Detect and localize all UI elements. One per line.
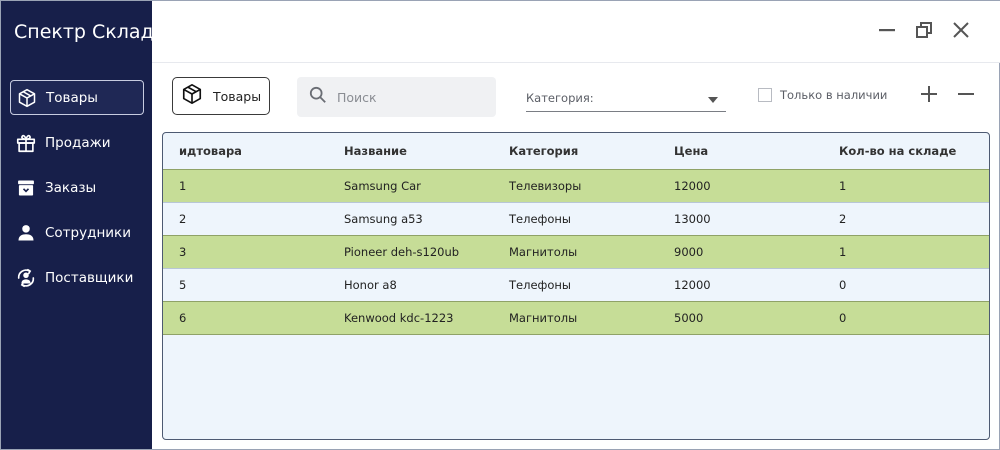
archive-icon [15,177,37,199]
cell-id: 2 [179,212,187,226]
close-button[interactable] [950,21,972,43]
cell-name: Samsung Car [344,179,421,193]
restore-button[interactable] [913,21,935,43]
search-box [297,77,496,117]
cell-price: 12000 [674,179,711,193]
cell-name: Kenwood kdc-1223 [344,311,454,325]
cell-id: 3 [179,245,187,259]
cell-category: Магнитолы [509,311,578,325]
search-icon [309,86,327,108]
sidebar-item-tovary[interactable]: Товары [10,80,144,115]
cell-name: Honor a8 [344,278,397,292]
table-row[interactable]: 3 Pioneer deh-s120ub Магнитолы 9000 1 [163,235,989,268]
cell-name: Pioneer deh-s120ub [344,245,460,259]
cell-id: 1 [179,179,187,193]
table-row-divider [163,334,989,335]
sidebar-item-zakazy[interactable]: Заказы [10,170,144,205]
sidebar-item-sotrudniki[interactable]: Сотрудники [10,215,144,250]
chevron-down-icon [708,88,718,107]
cell-category: Магнитолы [509,245,578,259]
checkbox-box[interactable] [758,88,772,102]
cell-category: Телевизоры [509,179,582,193]
sidebar-item-prodazhi[interactable]: Продажи [10,125,144,160]
cell-name: Samsung a53 [344,212,423,226]
column-header-stock[interactable]: Кол-во на складе [823,144,989,158]
table-row[interactable]: 2 Samsung a53 Телефоны 13000 2 [163,202,989,235]
cell-stock: 0 [839,311,847,325]
column-header-name[interactable]: Название [328,144,493,158]
sidebar-item-label: Сотрудники [45,224,131,241]
column-header-category[interactable]: Категория [493,144,658,158]
cell-stock: 2 [839,212,847,226]
category-label: Категория: [526,90,594,105]
add-button[interactable] [918,85,940,107]
column-header-id[interactable]: идтовара [163,144,328,158]
box-icon [181,83,203,109]
sidebar-nav: Товары Продажи Заказы Сотрудники Поставщ… [10,80,144,305]
person-icon [15,222,37,244]
sidebar-item-label: Заказы [45,179,97,196]
restore-icon [915,21,933,43]
minimize-button[interactable] [876,21,898,43]
cell-category: Телефоны [509,212,571,226]
sidebar-item-label: Продажи [45,134,111,151]
title-bar [152,1,1000,63]
cell-price: 13000 [674,212,711,226]
cell-stock: 1 [839,179,847,193]
cell-id: 6 [179,311,187,325]
sidebar: Спектр Склад Товары Продажи Заказы Сотру… [1,1,154,449]
cell-price: 5000 [674,311,704,325]
cell-price: 9000 [674,245,704,259]
sidebar-item-postavshchiki[interactable]: Поставщики [10,260,144,295]
cell-price: 12000 [674,278,711,292]
in-stock-label: Только в наличии [780,88,888,102]
gift-icon [15,132,37,154]
column-header-price[interactable]: Цена [658,144,823,158]
app-title: Спектр Склад [14,21,154,43]
cell-stock: 0 [839,278,847,292]
category-select[interactable]: Категория: [526,84,726,112]
tab-tovary[interactable]: Товары [172,77,270,115]
tab-label: Товары [213,88,262,104]
cell-category: Телефоны [509,278,571,292]
toolbar: Товары Категория: Только в наличии [152,62,1000,132]
remove-button[interactable] [955,85,977,107]
products-table: идтовара Название Категория Цена Кол-во … [162,132,990,440]
table-header: идтовара Название Категория Цена Кол-во … [163,133,989,169]
close-icon [952,21,970,43]
sidebar-item-label: Поставщики [45,269,134,286]
cell-stock: 1 [839,245,847,259]
cell-id: 5 [179,278,187,292]
plus-icon [920,85,938,107]
table-row[interactable]: 6 Kenwood kdc-1223 Магнитолы 5000 0 [163,301,989,334]
app-window: Спектр Склад Товары Продажи Заказы Сотру… [0,0,1000,450]
table-row[interactable]: 5 Honor a8 Телефоны 12000 0 [163,268,989,301]
table-row[interactable]: 1 Samsung Car Телевизоры 12000 1 [163,169,989,202]
search-input[interactable] [335,88,479,106]
in-stock-checkbox[interactable]: Только в наличии [758,88,887,102]
minus-icon [957,85,975,107]
supplier-icon [15,267,37,289]
box-icon [16,87,38,109]
sidebar-item-label: Товары [46,89,98,106]
minimize-icon [878,21,896,43]
